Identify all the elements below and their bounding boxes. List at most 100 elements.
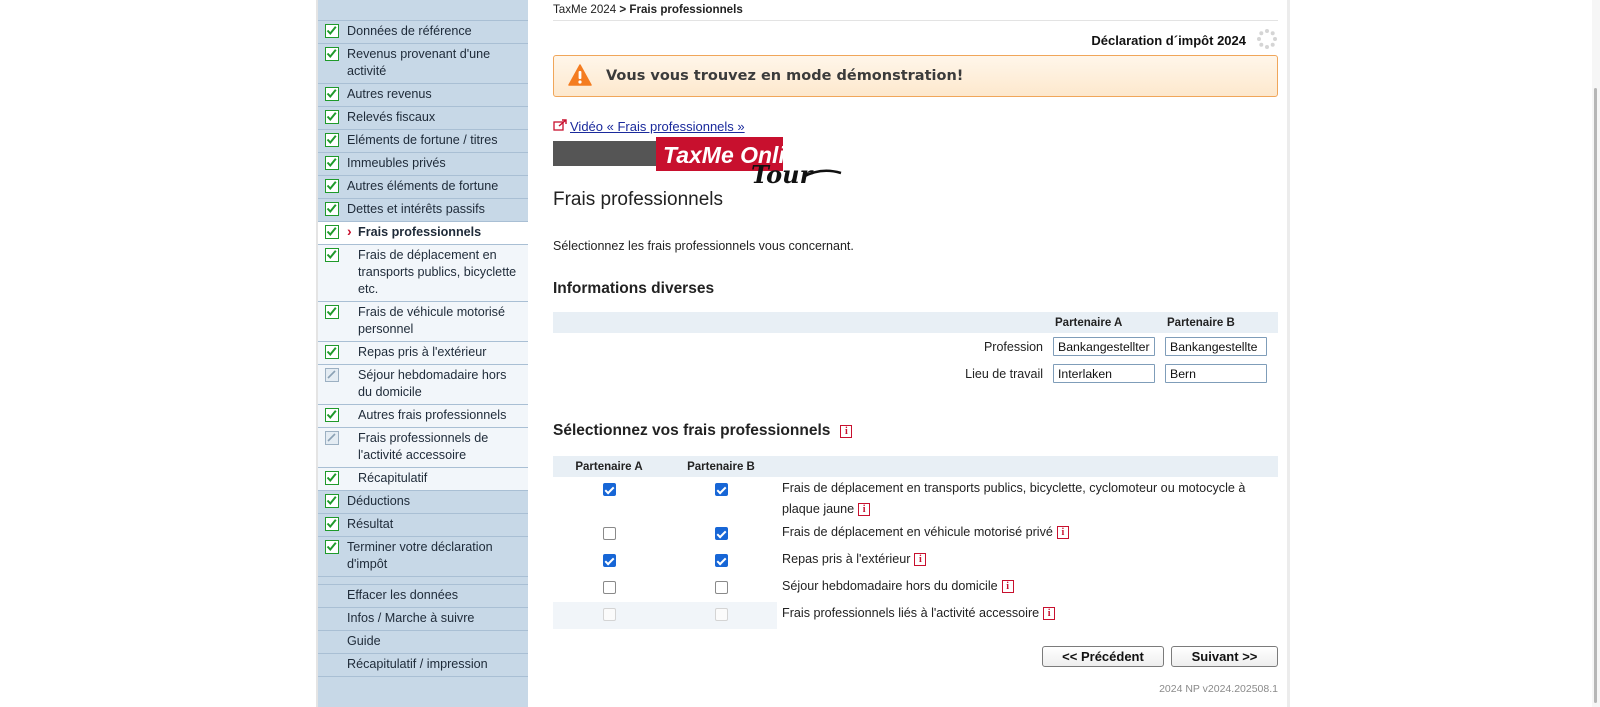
checkmark-icon	[325, 517, 339, 531]
sidebar-item[interactable]: Frais professionnels de l'activité acces…	[318, 428, 528, 468]
checkmark-icon	[325, 179, 339, 193]
sidebar-item[interactable]: › Frais professionnels	[318, 222, 528, 245]
info-icon[interactable]: i	[840, 424, 853, 438]
expenses-selection-table: Partenaire A Partenaire B Frais de dépla…	[553, 456, 1278, 629]
sidebar-item-label: Frais professionnels de l'activité acces…	[358, 431, 489, 462]
step-navigation: << Précédent Suivant >>	[1042, 646, 1278, 667]
profession-label: Profession	[983, 339, 1043, 354]
expense-label: Séjour hebdomadaire hors du domicile	[782, 579, 998, 593]
not-applicable-icon	[325, 368, 339, 382]
checkmark-icon	[325, 248, 339, 262]
info-row-profession: Profession	[553, 333, 1278, 360]
expenses-header-partner-a: Partenaire A	[553, 456, 665, 477]
sidebar-item-label: Frais professionnels	[358, 225, 482, 239]
checkmark-icon	[325, 305, 339, 319]
sidebar-item[interactable]: Relevés fiscaux	[318, 107, 528, 130]
sidebar-item[interactable]: Revenus provenant d'une activité	[318, 44, 528, 84]
info-icon[interactable]: i	[858, 503, 871, 517]
version-label: 2024 NP v2024.202508.1	[1159, 683, 1278, 695]
sidebar-item[interactable]: Autres éléments de fortune	[318, 176, 528, 199]
declaration-title: Déclaration d´impôt 2024	[1091, 33, 1246, 48]
previous-button[interactable]: << Précédent	[1042, 646, 1164, 667]
sidebar-utility-item[interactable]: Effacer les données	[318, 585, 528, 608]
breadcrumb: TaxMe 2024 > Frais professionnels	[553, 3, 1278, 21]
sidebar-item[interactable]: Données de référence	[318, 20, 528, 44]
breadcrumb-root[interactable]: TaxMe 2024	[553, 3, 616, 16]
info-header-partner-a: Partenaire A	[1055, 316, 1123, 329]
current-step-arrow-icon: ›	[347, 223, 352, 239]
info-row-workplace: Lieu de travail	[553, 360, 1278, 387]
info-icon[interactable]: i	[1056, 526, 1069, 540]
scrollbar-thumb[interactable]	[1594, 88, 1597, 703]
sidebar-item-label: Immeubles privés	[347, 156, 446, 170]
sidebar-item[interactable]: Séjour hebdomadaire hors du domicile	[318, 365, 528, 405]
demo-mode-text: Vous vous trouvez en mode démonstration!	[606, 68, 964, 84]
info-table: Partenaire A Partenaire B Profession Lie…	[553, 312, 1278, 387]
checkmark-icon	[325, 540, 339, 554]
sidebar-item-label: Revenus provenant d'une activité	[347, 47, 491, 78]
checkbox-partner-a[interactable]	[602, 554, 616, 567]
page-scrollbar[interactable]	[1592, 0, 1600, 707]
checkbox-partner-b[interactable]	[714, 483, 728, 496]
checkbox-partner-a[interactable]	[602, 483, 616, 496]
profession-input-partner-a[interactable]	[1053, 337, 1155, 356]
frame-right-border	[1287, 0, 1290, 707]
sidebar-utility-item[interactable]: Récapitulatif / impression	[318, 654, 528, 677]
sidebar-item-label: Eléments de fortune / titres	[347, 133, 498, 147]
info-header-empty	[553, 312, 1053, 333]
next-button[interactable]: Suivant >>	[1171, 646, 1278, 667]
sidebar-item[interactable]: Autres revenus	[318, 84, 528, 107]
expense-label: Frais professionnels liés à l'activité a…	[782, 606, 1040, 620]
sidebar-item-label: Autres revenus	[347, 87, 432, 101]
sidebar-item[interactable]: Immeubles privés	[318, 153, 528, 176]
checkmark-icon	[325, 494, 339, 508]
intro-text: Sélectionnez les frais professionnels vo…	[553, 239, 854, 253]
sidebar-item-label: Autres frais professionnels	[358, 408, 507, 422]
sidebar-item[interactable]: Dettes et intérêts passifs	[318, 199, 528, 222]
video-link[interactable]: Vidéo « Frais professionnels »	[570, 119, 745, 134]
sidebar-item[interactable]: Autres frais professionnels	[318, 405, 528, 428]
expense-row: Frais de déplacement en transports publi…	[553, 477, 1278, 521]
video-link-row: Vidéo « Frais professionnels »	[553, 119, 745, 134]
sidebar-item-label: Données de référence	[347, 24, 472, 38]
checkbox-partner-a[interactable]	[602, 527, 616, 540]
checkmark-icon	[325, 471, 339, 485]
taxme-online-tour-logo[interactable]: TaxMe Online Tour	[553, 137, 843, 189]
sidebar-utility-item[interactable]: Guide	[318, 631, 528, 654]
expense-label: Frais de déplacement en véhicule motoris…	[782, 525, 1053, 539]
workplace-input-partner-b[interactable]	[1165, 364, 1267, 383]
checkbox-partner-b[interactable]	[714, 581, 728, 594]
sidebar-item[interactable]: Déductions	[318, 491, 528, 514]
declaration-header: Déclaration d´impôt 2024	[1091, 28, 1278, 53]
sidebar-utility-label: Guide	[347, 634, 381, 648]
sidebar-item[interactable]: Frais de véhicule motorisé personnel	[318, 302, 528, 342]
sidebar-utility-item[interactable]: Infos / Marche à suivre	[318, 608, 528, 631]
checkbox-partner-a[interactable]	[602, 581, 616, 594]
external-link-icon	[553, 119, 567, 134]
sidebar-item[interactable]: Repas pris à l'extérieur	[318, 342, 528, 365]
info-icon[interactable]: i	[914, 553, 927, 567]
logo-tag-text: Tour	[751, 160, 815, 187]
sidebar-item[interactable]: Frais de déplacement en transports publi…	[318, 245, 528, 302]
sidebar-item[interactable]: Récapitulatif	[318, 468, 528, 491]
checkbox-partner-b[interactable]	[714, 527, 728, 540]
expense-label: Repas pris à l'extérieur	[782, 552, 911, 566]
sidebar-item[interactable]: Terminer votre déclaration d'impôt	[318, 537, 528, 577]
checkbox-partner-b[interactable]	[714, 554, 728, 567]
expense-row: Frais professionnels liés à l'activité a…	[553, 602, 1278, 629]
sidebar-item[interactable]: Résultat	[318, 514, 528, 537]
info-icon[interactable]: i	[1043, 607, 1056, 621]
sidebar-item-label: Déductions	[347, 494, 411, 508]
section-title-select-text: Sélectionnez vos frais professionnels	[553, 422, 831, 439]
info-icon[interactable]: i	[1001, 580, 1014, 594]
checkmark-icon	[325, 156, 339, 170]
sidebar-item[interactable]: Eléments de fortune / titres	[318, 130, 528, 153]
workplace-input-partner-a[interactable]	[1053, 364, 1155, 383]
sidebar-item-label: Récapitulatif	[358, 471, 428, 485]
checkmark-icon	[325, 408, 339, 422]
sidebar-item-label: Repas pris à l'extérieur	[358, 345, 487, 359]
profession-input-partner-b[interactable]	[1165, 337, 1267, 356]
sidebar-separator	[318, 577, 528, 585]
checkbox-partner-a	[602, 608, 616, 621]
section-title-info: Informations diverses	[553, 280, 715, 297]
